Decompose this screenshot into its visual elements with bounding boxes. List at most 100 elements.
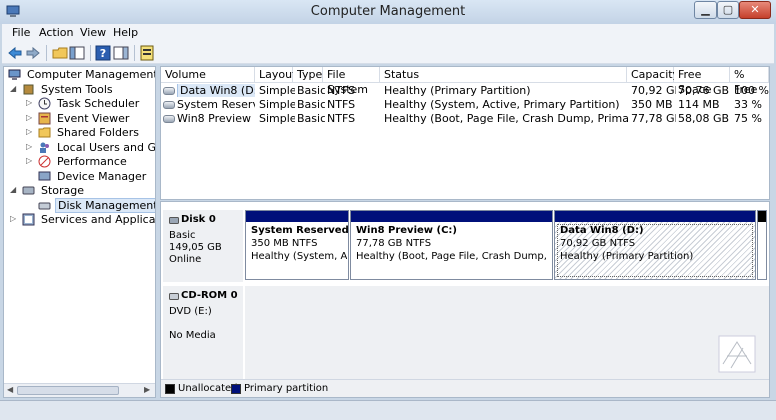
disk-icon — [169, 217, 179, 224]
folder-icon — [38, 127, 51, 138]
disk-0-state: Online — [169, 254, 202, 265]
legend-label-unallocated: Unallocated — [178, 383, 238, 394]
volume-name: Data Win8 (D:) — [177, 84, 255, 97]
partition-name: Win8 Preview (C:) — [356, 225, 457, 236]
column-header-file-system[interactable]: File System — [323, 67, 380, 96]
column-header-layout[interactable]: Layout — [255, 67, 296, 83]
volume-row-name[interactable]: Win8 Preview (C:) — [163, 112, 255, 125]
cdrom-0-label[interactable]: CD-ROM 0 DVD (E:) No Media — [163, 286, 243, 380]
scrollbar-thumb[interactable] — [17, 386, 119, 395]
partition-win8-preview[interactable]: Win8 Preview (C:) 77,78 GB NTFS Healthy … — [350, 210, 553, 280]
volume-cell: 70,92 GB — [631, 84, 676, 97]
menu-file[interactable]: File — [12, 26, 30, 39]
volume-cell: Simple — [259, 112, 295, 125]
volume-cell: NTFS — [327, 112, 356, 125]
volume-cell: 114 MB — [678, 98, 720, 111]
event-viewer-icon — [38, 112, 51, 124]
partition-name: Data Win8 (D:) — [560, 225, 644, 236]
toolbar-separator — [90, 45, 91, 61]
column-header-status[interactable]: Status — [380, 67, 627, 83]
tree-item-label: Services and Applications — [41, 213, 156, 226]
collapsed-arrow-icon[interactable]: ▷ — [26, 156, 32, 165]
unallocated-bar — [758, 211, 766, 222]
expanded-arrow-icon[interactable]: ◢ — [10, 185, 16, 194]
volume-cell: 350 MB — [631, 98, 673, 111]
partition-bar — [351, 211, 552, 222]
svg-text:?: ? — [100, 47, 106, 60]
tree-item-label: Local Users and Groups — [57, 140, 156, 154]
partition-status: Healthy (System, Activ — [251, 251, 347, 262]
unallocated-space[interactable] — [757, 210, 767, 280]
partition-data-win8[interactable]: Data Win8 (D:) 70,92 GB NTFS Healthy (Pr… — [554, 210, 756, 280]
column-header-free-space[interactable]: Free Space — [674, 67, 730, 96]
menu-bar: File Action View Help — [2, 24, 774, 42]
volume-icon — [163, 115, 175, 123]
tree-item-label: Performance — [57, 155, 127, 168]
resize-grip-icon — [718, 335, 756, 373]
services-icon — [22, 213, 35, 226]
volume-cell: Basic — [297, 98, 325, 111]
legend-swatch-primary — [231, 384, 241, 394]
cdrom-0-media: No Media — [169, 330, 216, 341]
cdrom-0-area[interactable] — [245, 286, 769, 380]
partition-bar — [555, 211, 755, 222]
collapsed-arrow-icon[interactable]: ▷ — [26, 127, 32, 136]
volume-row-name[interactable]: System Reserved — [163, 98, 255, 111]
cdrom-0-drive: DVD (E:) — [169, 306, 212, 317]
close-button[interactable]: ✕ — [739, 1, 771, 19]
volume-list: Volume Layout Type File System Status Ca… — [160, 66, 770, 200]
help-icon[interactable]: ? — [95, 45, 111, 61]
collapsed-arrow-icon[interactable]: ▷ — [26, 113, 32, 122]
status-bar — [0, 400, 776, 420]
tree-horizontal-scrollbar[interactable]: ◀ ▶ — [4, 383, 155, 397]
column-header-type[interactable]: Type — [293, 67, 323, 83]
disk-0-size: 149,05 GB — [169, 242, 222, 253]
show-hide-action-pane-icon[interactable] — [113, 45, 129, 61]
menu-action[interactable]: Action — [39, 26, 73, 39]
tree-item-label: Task Scheduler — [57, 97, 140, 110]
minimize-button[interactable]: ▁ — [694, 1, 717, 19]
collapsed-arrow-icon[interactable]: ▷ — [10, 214, 16, 223]
menu-view[interactable]: View — [80, 26, 106, 39]
up-folder-icon[interactable] — [52, 45, 68, 61]
toolbar-separator — [46, 45, 47, 61]
performance-icon — [38, 155, 51, 168]
scroll-left-arrow-icon[interactable]: ◀ — [7, 385, 13, 394]
collapsed-arrow-icon[interactable]: ▷ — [26, 98, 32, 107]
disk-0-label[interactable]: Disk 0 Basic 149,05 GB Online — [163, 210, 243, 282]
collapsed-arrow-icon[interactable]: ▷ — [26, 142, 32, 151]
volume-cell: Basic — [297, 112, 325, 125]
back-arrow-icon[interactable] — [7, 45, 23, 61]
forward-arrow-icon[interactable] — [25, 45, 41, 61]
tree-item-label: Computer Management (Local — [27, 68, 156, 81]
partition-system-reserved[interactable]: System Reserved 350 MB NTFS Healthy (Sys… — [245, 210, 349, 280]
expanded-arrow-icon[interactable]: ◢ — [10, 84, 16, 93]
clock-icon — [38, 97, 51, 110]
tree-item-label: Storage — [41, 184, 85, 197]
computer-icon — [8, 69, 21, 80]
device-manager-icon — [38, 171, 51, 180]
maximize-button[interactable]: ▢ — [717, 1, 739, 19]
legend: Unallocated Primary partition — [161, 379, 769, 397]
volume-cell: Simple — [259, 98, 295, 111]
scroll-right-arrow-icon[interactable]: ▶ — [144, 385, 150, 394]
column-header-capacity[interactable]: Capacity — [627, 67, 679, 83]
volume-cell: 70,76 GB — [678, 84, 730, 97]
column-header-volume[interactable]: Volume — [161, 67, 255, 83]
volume-cell: 100 % — [734, 84, 769, 97]
storage-icon — [22, 186, 35, 195]
volume-cell: 58,08 GB — [678, 112, 730, 125]
legend-label-primary: Primary partition — [244, 383, 329, 394]
volume-cell: 33 % — [734, 98, 762, 111]
volume-row-name[interactable]: Data Win8 (D:) — [163, 84, 255, 97]
menu-help[interactable]: Help — [113, 26, 138, 39]
properties-icon[interactable] — [139, 45, 155, 61]
partition-name: System Reserved — [251, 225, 349, 236]
volume-icon — [163, 101, 175, 109]
show-hide-tree-icon[interactable] — [69, 45, 85, 61]
volume-name: System Reserved — [177, 98, 255, 111]
window-title: Computer Management — [310, 4, 466, 19]
column-header-percent-free[interactable]: % Free — [730, 67, 769, 96]
partition-size: 70,92 GB NTFS — [560, 238, 636, 249]
disk-management-icon — [38, 202, 51, 209]
